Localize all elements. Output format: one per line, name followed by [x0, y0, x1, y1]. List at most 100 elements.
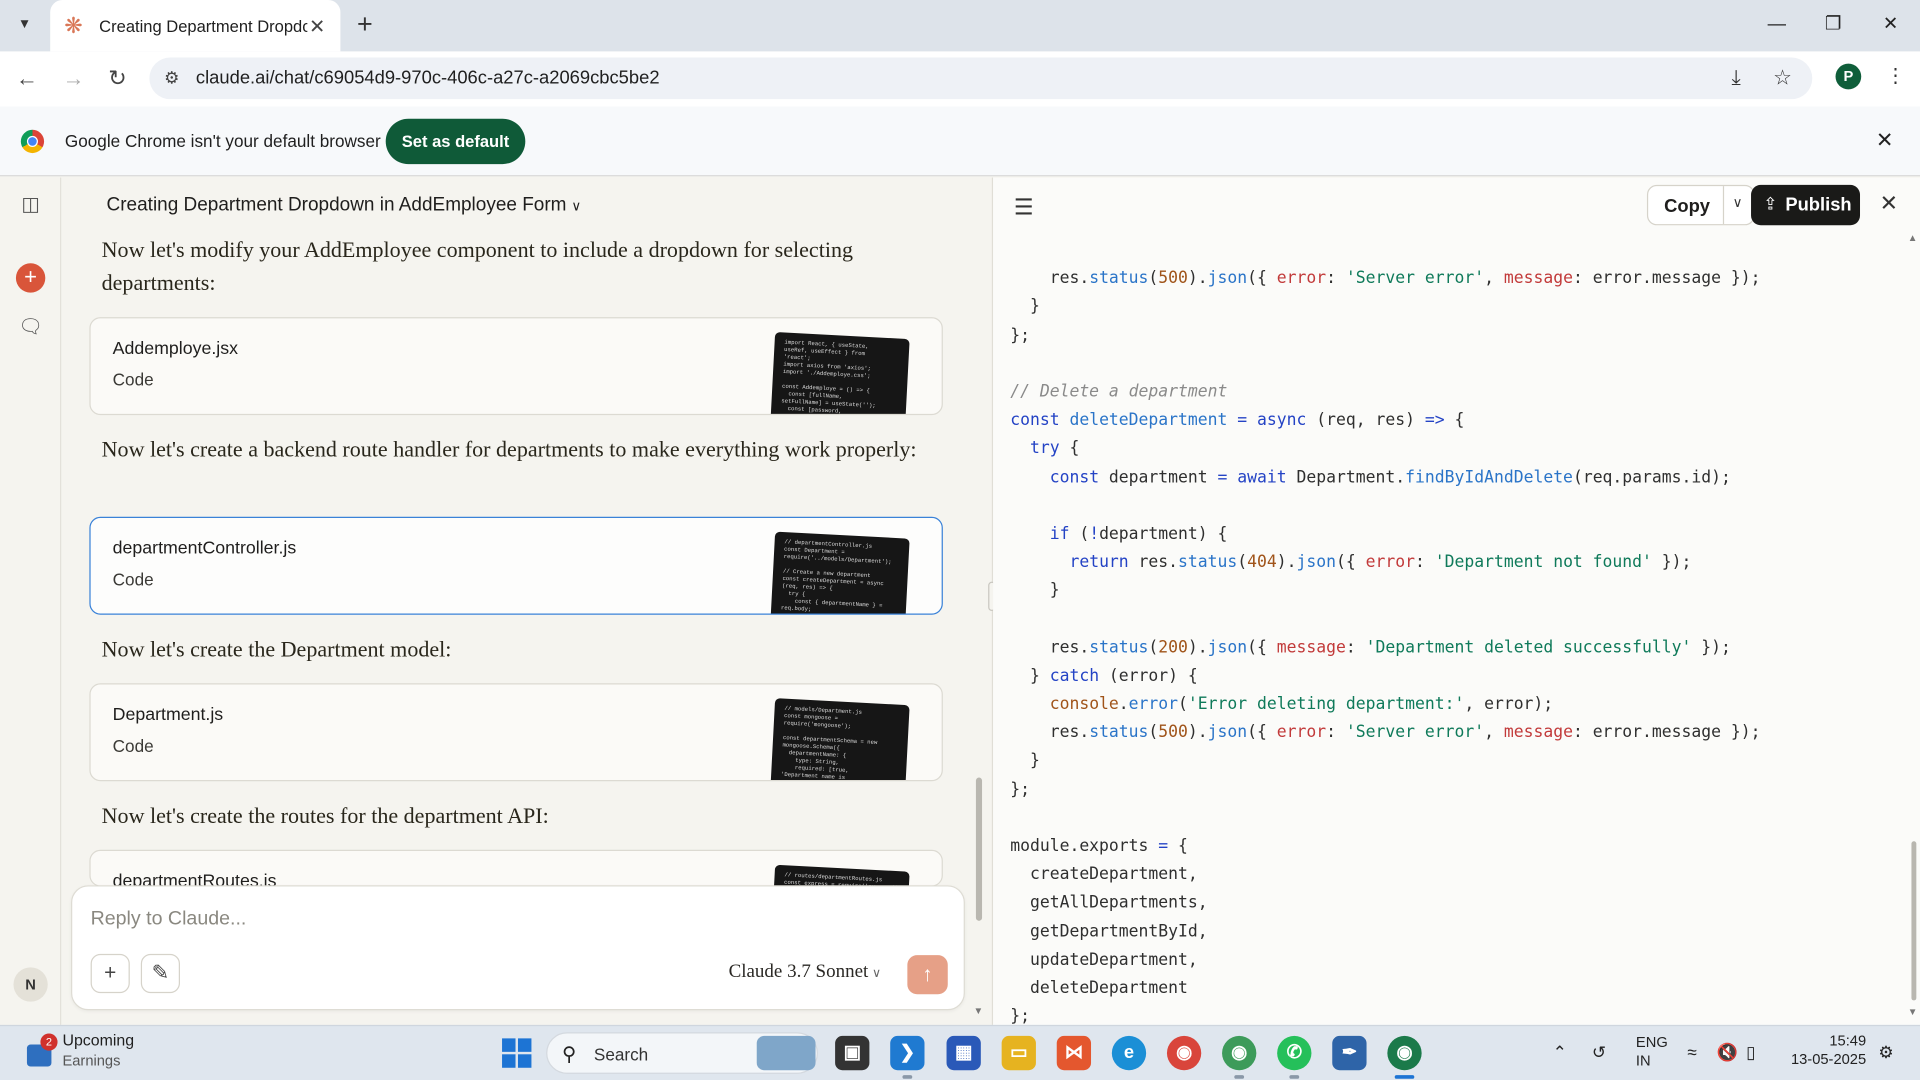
code-line: }; — [1010, 326, 1030, 345]
chrome-icon[interactable]: ◉ — [1166, 1035, 1202, 1071]
address-bar[interactable]: ⚙ claude.ai/chat/c69054d9-970c-406c-a27c… — [149, 57, 1813, 100]
copy-button[interactable]: Copy — [1664, 196, 1710, 217]
task-view-icon[interactable]: ▣ — [835, 1035, 870, 1071]
back-arrow-icon[interactable]: ← — [12, 64, 41, 93]
url-text[interactable]: claude.ai/chat/c69054d9-970c-406c-a27c-a… — [196, 67, 660, 88]
speaker-muted-icon[interactable]: 🔇 — [1717, 1042, 1738, 1063]
chat-scrollbar[interactable] — [975, 777, 983, 921]
publish-button[interactable]: ⇪ Publish — [1751, 184, 1861, 226]
assistant-message: Now let's modify your AddEmployee compon… — [101, 237, 854, 296]
profile-avatar[interactable]: P — [1835, 63, 1862, 90]
artifact-name: Addemploye.jsx — [112, 339, 238, 359]
code-line: const deleteDepartment = async (req, res… — [1010, 411, 1465, 430]
wifi-icon[interactable]: ≈ — [1687, 1042, 1696, 1062]
notifications-icon[interactable]: ⚙ — [1878, 1042, 1893, 1063]
edge-icon[interactable]: e — [1111, 1035, 1147, 1071]
publish-label: Publish — [1785, 194, 1852, 216]
search-highlight-icon[interactable] — [756, 1035, 816, 1071]
left-rail: ◫ + 🗨 N — [0, 177, 62, 1025]
site-info-icon[interactable]: ⚙ — [164, 67, 179, 88]
reload-icon[interactable]: ↻ — [103, 64, 132, 93]
share-icon: ⇪ — [1763, 193, 1778, 214]
assistant-message: Now let's create the Department model: — [101, 636, 452, 662]
browser-tab-active[interactable]: ❋ Creating Department Dropdow ✕ — [50, 0, 341, 52]
style-feather-button[interactable]: ✎ — [140, 953, 181, 994]
artifact-type: Code — [112, 735, 154, 756]
scroll-down-arrow-icon[interactable]: ▼ — [1908, 1007, 1918, 1018]
app-running-indicator — [1234, 1075, 1245, 1079]
chats-search-icon[interactable]: 🗨 — [17, 315, 44, 342]
artifact-type: Code — [112, 569, 154, 589]
minimize-icon[interactable]: — — [1760, 10, 1794, 39]
pen-app-icon[interactable]: ✒ — [1332, 1035, 1367, 1071]
clock[interactable]: 15:49 13-05-2025 — [1785, 1032, 1866, 1069]
set-as-default-button[interactable]: Set as default — [385, 118, 526, 165]
microsoft-store-icon[interactable]: ▦ — [946, 1035, 981, 1071]
vscode-icon[interactable]: ❯ — [890, 1035, 925, 1071]
code-viewer[interactable]: res.status(500).json({ error: 'Server er… — [1010, 236, 1892, 1080]
claude-app: ◫ + 🗨 N Creating Department Dropdown in … — [0, 177, 1920, 1026]
panel-close-icon[interactable]: ✕ — [1880, 191, 1898, 217]
widget-title[interactable]: Upcoming — [62, 1031, 134, 1049]
code-line: module.exports = { — [1010, 837, 1188, 856]
code-line: const department = await Department.find… — [1049, 468, 1731, 487]
list-icon[interactable]: ☰ — [1014, 195, 1034, 221]
artifact-card-selected[interactable]: departmentController.js Code // departme… — [89, 516, 943, 615]
region-code: IN — [1635, 1051, 1651, 1069]
model-label: Claude 3.7 Sonnet — [728, 961, 869, 983]
artifact-preview: // models/Department.js const mongoose =… — [770, 698, 910, 781]
chrome-profile-icon[interactable]: ◉ — [1222, 1035, 1257, 1071]
date-text: 13-05-2025 — [1790, 1050, 1867, 1068]
composer-placeholder[interactable]: Reply to Claude... — [91, 909, 247, 931]
whatsapp-icon[interactable]: ✆ — [1277, 1035, 1312, 1071]
app-running-indicator — [902, 1075, 913, 1079]
reply-composer[interactable]: Reply to Claude... + ✎ Claude 3.7 Sonnet… — [71, 885, 965, 1011]
tab-search-chevron-icon[interactable]: ▼ — [10, 10, 39, 39]
copy-button-group[interactable]: Copy ∨ — [1646, 184, 1755, 226]
time-text: 15:49 — [1829, 1032, 1867, 1050]
chrome-logo-icon — [20, 129, 45, 154]
infobar-close-icon[interactable]: ✕ — [1876, 129, 1893, 153]
send-arrow-button[interactable]: ↑ — [907, 955, 948, 995]
chrome-active-icon[interactable]: ◉ — [1387, 1035, 1422, 1071]
tray-overflow-icon[interactable]: ⌃ — [1553, 1042, 1567, 1063]
windows-start-icon[interactable] — [502, 1038, 532, 1068]
window-close-icon[interactable]: ✕ — [1873, 10, 1907, 39]
windows-taskbar: 2 Upcoming Earnings ⚲ Search ▣ ❯ ▦ ▭ ⋈ e… — [0, 1024, 1920, 1080]
scroll-down-arrow-icon[interactable]: ▼ — [973, 1005, 983, 1016]
tab-close-icon[interactable]: ✕ — [306, 15, 328, 39]
new-tab-plus-icon[interactable]: + — [353, 10, 377, 38]
model-selector[interactable]: Claude 3.7 Sonnet ∨ — [729, 961, 881, 983]
widget-subtitle[interactable]: Earnings — [62, 1052, 120, 1069]
sync-icon[interactable]: ↺ — [1592, 1042, 1606, 1063]
chat-title[interactable]: Creating Department Dropdown in AddEmplo… — [107, 195, 582, 217]
claude-favicon-icon: ❋ — [64, 13, 83, 38]
install-app-icon[interactable]: ⤓ — [1731, 66, 1740, 90]
default-browser-infobar: Google Chrome isn't your default browser… — [0, 106, 1920, 177]
artifact-card[interactable]: Addemploye.jsx Code import React, { useS… — [89, 317, 943, 416]
file-explorer-icon[interactable]: ▭ — [1001, 1035, 1036, 1071]
chevron-down-icon: ∨ — [871, 967, 881, 981]
attach-plus-button[interactable]: + — [90, 953, 130, 994]
language-indicator[interactable]: ENG IN — [1636, 1033, 1668, 1070]
user-avatar[interactable]: N — [13, 967, 48, 1002]
artifact-card[interactable]: departmentRoutes.js // routes/department… — [89, 849, 943, 887]
chevron-down-icon[interactable]: ∨ — [1733, 195, 1743, 211]
browser-menu-icon[interactable]: ⋮ — [1886, 64, 1906, 88]
new-chat-icon[interactable]: + — [15, 263, 46, 293]
code-scrollbar[interactable] — [1911, 841, 1917, 1001]
scroll-up-arrow-icon[interactable]: ▲ — [1908, 233, 1918, 244]
battery-icon[interactable]: ▯ — [1746, 1042, 1755, 1063]
code-line: }; — [1010, 780, 1030, 800]
code-line: res.status(500).json({ error: 'Server er… — [1010, 269, 1761, 289]
code-line: getDepartmentById, — [1010, 922, 1208, 942]
xampp-icon[interactable]: ⋈ — [1056, 1035, 1092, 1071]
widgets-button[interactable]: 2 — [26, 1033, 58, 1069]
restore-icon[interactable]: ❐ — [1816, 10, 1850, 39]
artifact-card[interactable]: Department.js Code // models/Department.… — [89, 683, 943, 782]
bookmark-star-icon[interactable]: ☆ — [1773, 66, 1792, 90]
forward-arrow-icon[interactable]: → — [59, 64, 88, 93]
sidebar-toggle-icon[interactable]: ◫ — [17, 192, 44, 219]
